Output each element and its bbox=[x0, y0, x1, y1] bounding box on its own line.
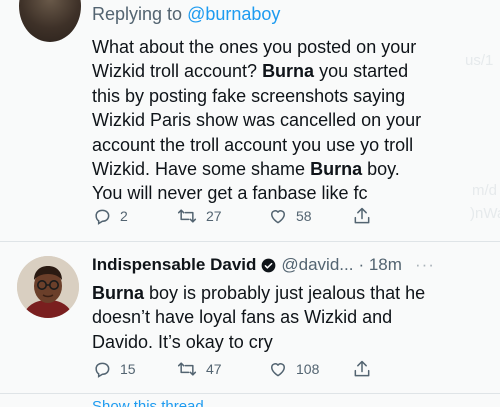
reply-count: 2 bbox=[120, 208, 128, 224]
tweet-header: Indispensable David @david... · 18m ··· bbox=[92, 255, 435, 275]
heart-icon bbox=[271, 210, 285, 224]
reply-button[interactable]: 15 bbox=[92, 359, 176, 379]
replying-label: Replying to bbox=[92, 4, 188, 24]
tweet-divider bbox=[0, 393, 500, 394]
author-name[interactable]: Indispensable David bbox=[92, 255, 256, 275]
tweet-actions: 15 47 108 bbox=[92, 359, 372, 379]
share-icon bbox=[354, 360, 370, 377]
bold-mention: Burna bbox=[262, 61, 315, 82]
show-thread-link[interactable]: Show this thread bbox=[92, 398, 204, 407]
bold-mention: Burna bbox=[92, 283, 145, 303]
tweet-actions: 2 27 58 bbox=[92, 206, 372, 226]
more-options-button[interactable]: ··· bbox=[415, 255, 435, 275]
tweet-timestamp[interactable]: · 18m bbox=[358, 255, 401, 275]
reply-icon bbox=[95, 209, 110, 225]
share-button[interactable] bbox=[352, 206, 372, 226]
retweet-icon bbox=[177, 209, 197, 223]
retweet-count: 27 bbox=[206, 208, 222, 224]
verified-badge-icon bbox=[262, 258, 276, 272]
background-artifact: m/d bbox=[472, 182, 498, 199]
avatar-portrait bbox=[17, 256, 79, 318]
reply-count: 15 bbox=[120, 361, 136, 377]
retweet-icon bbox=[177, 362, 197, 376]
share-button[interactable] bbox=[352, 359, 372, 379]
avatar[interactable] bbox=[17, 256, 79, 318]
like-count: 58 bbox=[296, 208, 312, 224]
reply-button[interactable]: 2 bbox=[92, 206, 176, 226]
tweet-text: Burna boy is probably just jealous that … bbox=[92, 281, 464, 354]
background-artifact: us/1 bbox=[465, 52, 494, 69]
like-count: 108 bbox=[296, 361, 320, 377]
background-artifact: )nWa bbox=[470, 205, 500, 222]
tweet-text: What about the ones you posted on your W… bbox=[92, 35, 464, 206]
author-handle[interactable]: @david... bbox=[281, 255, 353, 275]
bold-mention: Burna bbox=[310, 159, 363, 180]
like-button[interactable]: 108 bbox=[268, 359, 352, 379]
retweet-count: 47 bbox=[206, 361, 222, 377]
tweet-divider bbox=[0, 241, 500, 242]
replying-to: Replying to @burnaboy bbox=[92, 4, 280, 25]
share-icon bbox=[354, 207, 370, 224]
replying-handle-link[interactable]: @burnaboy bbox=[187, 4, 280, 24]
avatar[interactable] bbox=[19, 0, 81, 42]
retweet-button[interactable]: 47 bbox=[176, 359, 268, 379]
retweet-button[interactable]: 27 bbox=[176, 206, 268, 226]
heart-icon bbox=[271, 363, 285, 377]
like-button[interactable]: 58 bbox=[268, 206, 352, 226]
tweet-thread: us/1 m/d )nWa Replying to @burnaboy What… bbox=[0, 0, 500, 407]
reply-icon bbox=[95, 362, 110, 378]
